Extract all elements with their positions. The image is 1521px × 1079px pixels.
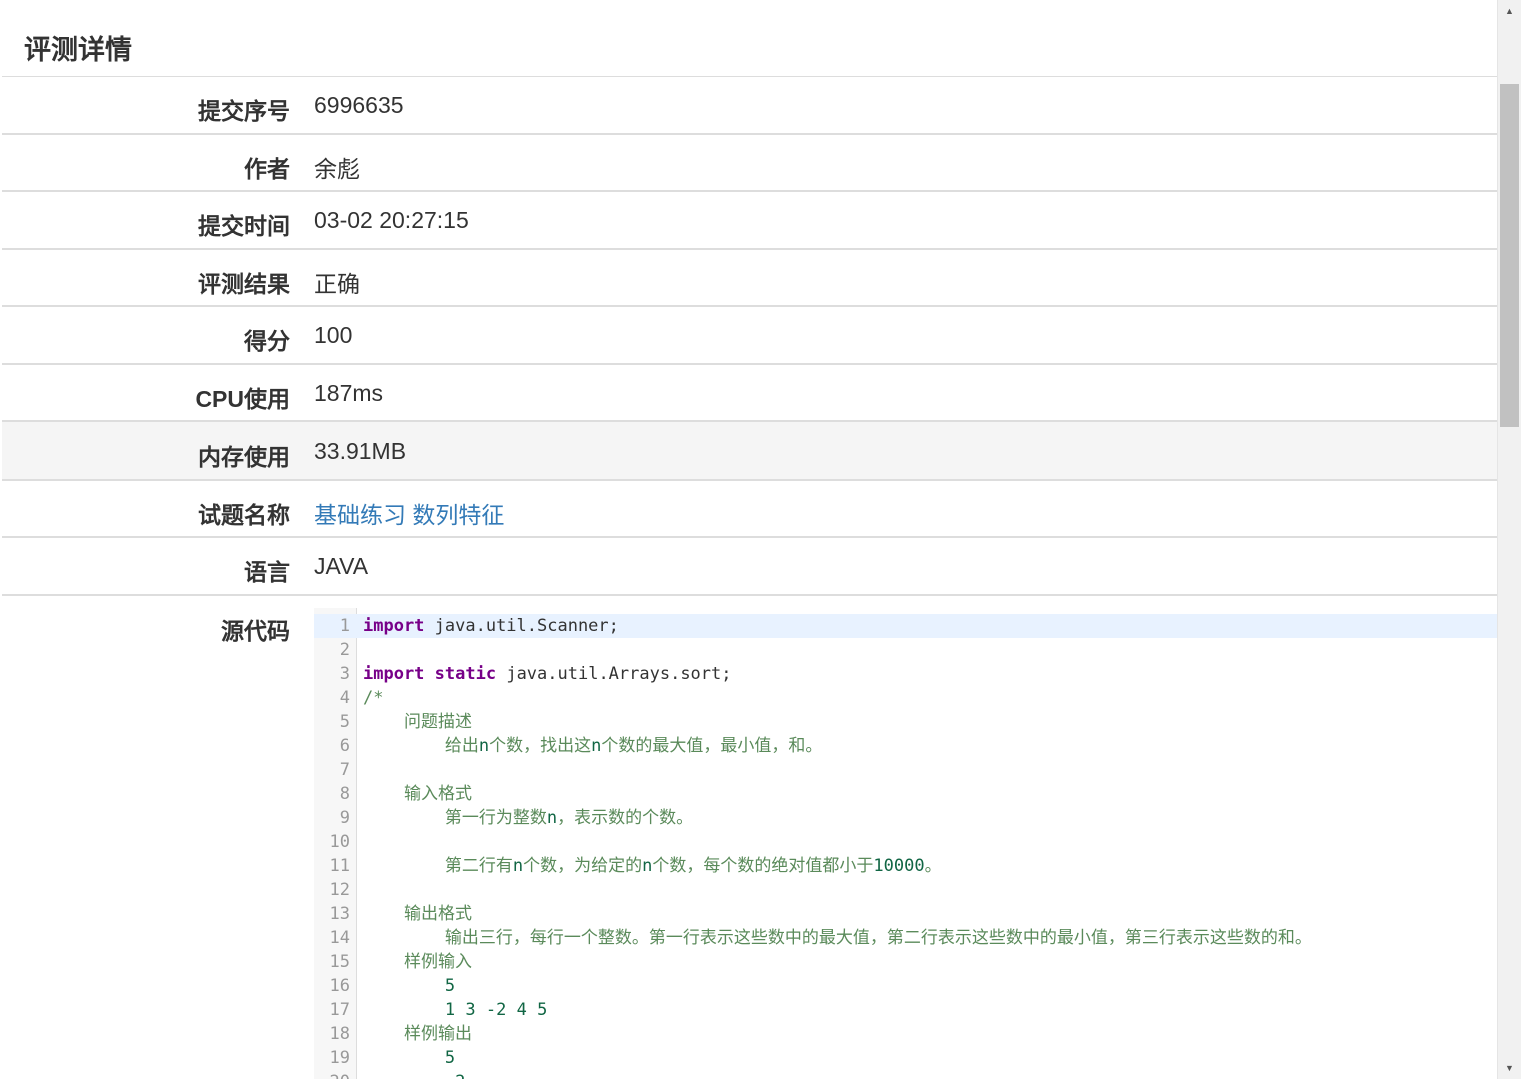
line-number: 10 xyxy=(329,832,350,852)
cpu-value: 187ms xyxy=(314,380,384,406)
line-number: 15 xyxy=(329,952,350,972)
line-number: 19 xyxy=(329,1048,350,1068)
code-line-text: 输入格式 xyxy=(363,784,472,804)
code-line-text: 第二行有n个数，为给定的n个数，每个数的绝对值都小于10000。 xyxy=(363,856,942,876)
code-line-text: 输出三行，每行一个整数。第一行表示这些数中的最大值，第二行表示这些数中的最小值，… xyxy=(363,928,1312,948)
field-row-problem: 试题名称 基础练习 数列特征 xyxy=(2,481,1497,538)
field-label: 语言 xyxy=(244,559,290,585)
line-number: 5 xyxy=(339,712,350,732)
field-label: 提交序号 xyxy=(198,98,290,124)
field-label: 内存使用 xyxy=(198,444,290,470)
field-label: 作者 xyxy=(244,156,290,182)
page-title: 评测详情 xyxy=(24,35,132,65)
line-number: 17 xyxy=(329,1000,350,1020)
line-number: 13 xyxy=(329,904,350,924)
page-scrollbar[interactable]: ▲ ▼ xyxy=(1497,0,1521,1079)
code-editor[interactable]: 1 import java.util.Scanner; 2 3 import stati… xyxy=(314,608,1497,1079)
code-line: 1 import java.util.Scanner; xyxy=(314,614,1497,638)
code-line: 19 5 xyxy=(314,1046,1497,1070)
problem-name-link[interactable]: 基础练习 数列特征 xyxy=(314,496,504,530)
code-line-text: 给出n个数，找出这n个数的最大值，最小值，和。 xyxy=(363,736,823,756)
memory-value: 33.91MB xyxy=(314,438,407,464)
code-line: 7 xyxy=(314,758,1497,782)
field-row-memory: 内存使用 33.91MB xyxy=(2,422,1497,481)
code-line: 4 /* xyxy=(314,686,1497,710)
field-label: 提交时间 xyxy=(198,213,290,239)
line-number: 8 xyxy=(339,784,350,804)
code-line-text: 第一行为整数n，表示数的个数。 xyxy=(363,808,694,828)
field-label: 试题名称 xyxy=(198,502,290,528)
code-line-text: import static java.util.Arrays.sort; xyxy=(363,664,732,684)
line-number: 3 xyxy=(339,664,350,684)
code-line: 18 样例输出 xyxy=(314,1022,1497,1046)
submission-detail-page: 评测详情 提交序号 6996635 作者 余彪 提交时间 03-02 20:27… xyxy=(0,0,1497,1079)
code-line-text: 5 xyxy=(444,1048,456,1068)
line-number: 6 xyxy=(339,736,350,756)
result-value: 正确 xyxy=(314,271,360,297)
code-line: 6 给出n个数，找出这n个数的最大值，最小值，和。 xyxy=(314,734,1497,758)
field-label: 评测结果 xyxy=(198,271,290,297)
field-row-cpu: CPU使用 187ms xyxy=(2,365,1497,422)
line-number: 18 xyxy=(329,1024,350,1044)
code-line: 2 xyxy=(314,638,1497,662)
line-number: 4 xyxy=(339,688,350,708)
scrollbar-thumb[interactable] xyxy=(1500,84,1519,427)
score-value: 100 xyxy=(314,322,353,348)
code-line: 11 第二行有n个数，为给定的n个数，每个数的绝对值都小于10000。 xyxy=(314,854,1497,878)
code-line-text: 输出格式 xyxy=(363,904,472,924)
code-line-text: 5 xyxy=(444,976,456,996)
code-line-text: /* xyxy=(363,688,384,708)
code-line: 8 输入格式 xyxy=(314,782,1497,806)
code-line-text: 样例输出 xyxy=(363,1024,472,1044)
code-line-text: 样例输入 xyxy=(363,952,472,972)
field-row-submission-id: 提交序号 6996635 xyxy=(2,77,1497,135)
submit-time-value: 03-02 20:27:15 xyxy=(314,207,469,233)
line-number: 7 xyxy=(339,760,350,780)
line-number: 20 xyxy=(314,1070,350,1079)
code-line: 10 xyxy=(314,830,1497,854)
line-number: 11 xyxy=(329,856,350,876)
code-line: 14 输出三行，每行一个整数。第一行表示这些数中的最大值，第二行表示这些数中的最… xyxy=(314,926,1497,950)
line-number: 14 xyxy=(329,928,350,948)
line-number: 9 xyxy=(339,808,350,828)
code-line-text: 问题描述 xyxy=(363,712,472,732)
code-line-text: -2 xyxy=(363,1070,465,1079)
author-value: 余彪 xyxy=(314,156,360,182)
language-value: JAVA xyxy=(314,553,369,579)
code-line: 15 样例输入 xyxy=(314,950,1497,974)
field-row-language: 语言 JAVA xyxy=(2,538,1497,596)
code-line: 17 1 3 -2 4 5 xyxy=(314,998,1497,1022)
scroll-up-arrow-icon[interactable]: ▲ xyxy=(1498,2,1521,20)
line-number: 2 xyxy=(339,640,350,660)
code-line: 9 第一行为整数n，表示数的个数。 xyxy=(314,806,1497,830)
field-row-submit-time: 提交时间 03-02 20:27:15 xyxy=(2,192,1497,250)
line-number: 12 xyxy=(329,880,350,900)
source-code-label: 源代码 xyxy=(221,618,290,644)
field-row-result: 评测结果 正确 xyxy=(2,250,1497,307)
code-line: 13 输出格式 xyxy=(314,902,1497,926)
code-line: 5 问题描述 xyxy=(314,710,1497,734)
field-row-score: 得分 100 xyxy=(2,307,1497,365)
line-number: 16 xyxy=(329,976,350,996)
scroll-down-arrow-icon[interactable]: ▼ xyxy=(1498,1059,1521,1077)
field-row-author: 作者 余彪 xyxy=(2,135,1497,192)
field-label: CPU使用 xyxy=(195,386,290,412)
code-line: 3 import static java.util.Arrays.sort; xyxy=(314,662,1497,686)
code-line-text: import java.util.Scanner; xyxy=(363,616,619,636)
field-label: 得分 xyxy=(244,328,290,354)
line-number: 1 xyxy=(339,616,350,636)
code-line-text: 1 3 -2 4 5 xyxy=(444,1000,548,1020)
code-line: 16 5 xyxy=(314,974,1497,998)
submission-id-value: 6996635 xyxy=(314,92,404,118)
code-line: 20 -2 xyxy=(314,1070,1497,1079)
code-line: 12 xyxy=(314,878,1497,902)
